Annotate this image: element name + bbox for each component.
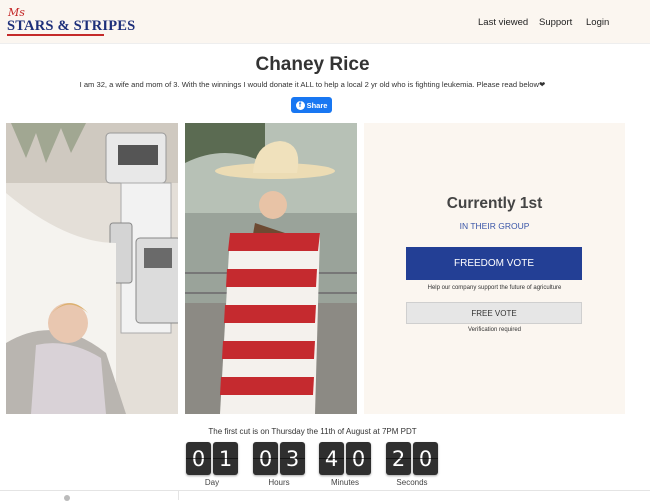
countdown-label-hours: Hours [268, 478, 290, 487]
logo-underline [7, 34, 104, 36]
nav-last-viewed[interactable]: Last viewed [478, 17, 528, 28]
site-logo[interactable]: Ms STARS & STRIPES [7, 6, 135, 37]
nav-support[interactable]: Support [539, 17, 572, 28]
nav-login[interactable]: Login [586, 17, 609, 28]
group-prefix: IN [459, 221, 471, 231]
countdown-label-seconds: Seconds [396, 478, 428, 487]
countdown-digit: 0 [186, 442, 211, 475]
freedom-vote-button[interactable]: FREEDOM VOTE [406, 247, 582, 280]
facebook-icon: f [295, 100, 305, 110]
countdown-digit: 2 [386, 442, 411, 475]
share-label: Share [306, 100, 328, 110]
free-vote-button[interactable]: FREE VOTE [406, 302, 582, 324]
current-rank: Currently 1st [446, 195, 543, 212]
top-navbar: Ms STARS & STRIPES Last viewed Support L… [0, 0, 650, 44]
logo-main-text: STARS & STRIPES [7, 18, 136, 34]
contestant-bio: I am 32, a wife and mom of 3. With the w… [79, 80, 546, 89]
contestant-name: Chaney Rice [255, 54, 370, 75]
countdown-digit: 3 [280, 442, 305, 475]
flag-photo[interactable] [185, 123, 357, 414]
footer-icon [64, 495, 70, 501]
facebook-share-button[interactable]: f Share [291, 97, 332, 113]
vote-panel: Currently 1st IN THEIR GROUP FREEDOM VOT… [364, 123, 625, 414]
group-line: IN THEIR GROUP [364, 221, 625, 231]
freedom-vote-note: Help our company support the future of a… [427, 285, 562, 291]
countdown-label-day: Day [204, 478, 220, 487]
footer-column-divider [178, 491, 179, 500]
their-group-link[interactable]: THEIR GROUP [470, 221, 529, 231]
cut-message: The first cut is on Thursday the 11th of… [208, 427, 417, 436]
flag-photo-image [185, 123, 357, 414]
hospital-photo[interactable] [6, 123, 178, 414]
hospital-photo-image [6, 123, 178, 414]
countdown-digit: 0 [346, 442, 371, 475]
countdown-digit: 1 [213, 442, 238, 475]
verification-note: Verification required [467, 327, 522, 333]
countdown-digit: 0 [253, 442, 278, 475]
countdown-digit: 4 [319, 442, 344, 475]
footer-divider [0, 490, 650, 491]
countdown-digit: 0 [413, 442, 438, 475]
countdown-label-minutes: Minutes [330, 478, 359, 487]
